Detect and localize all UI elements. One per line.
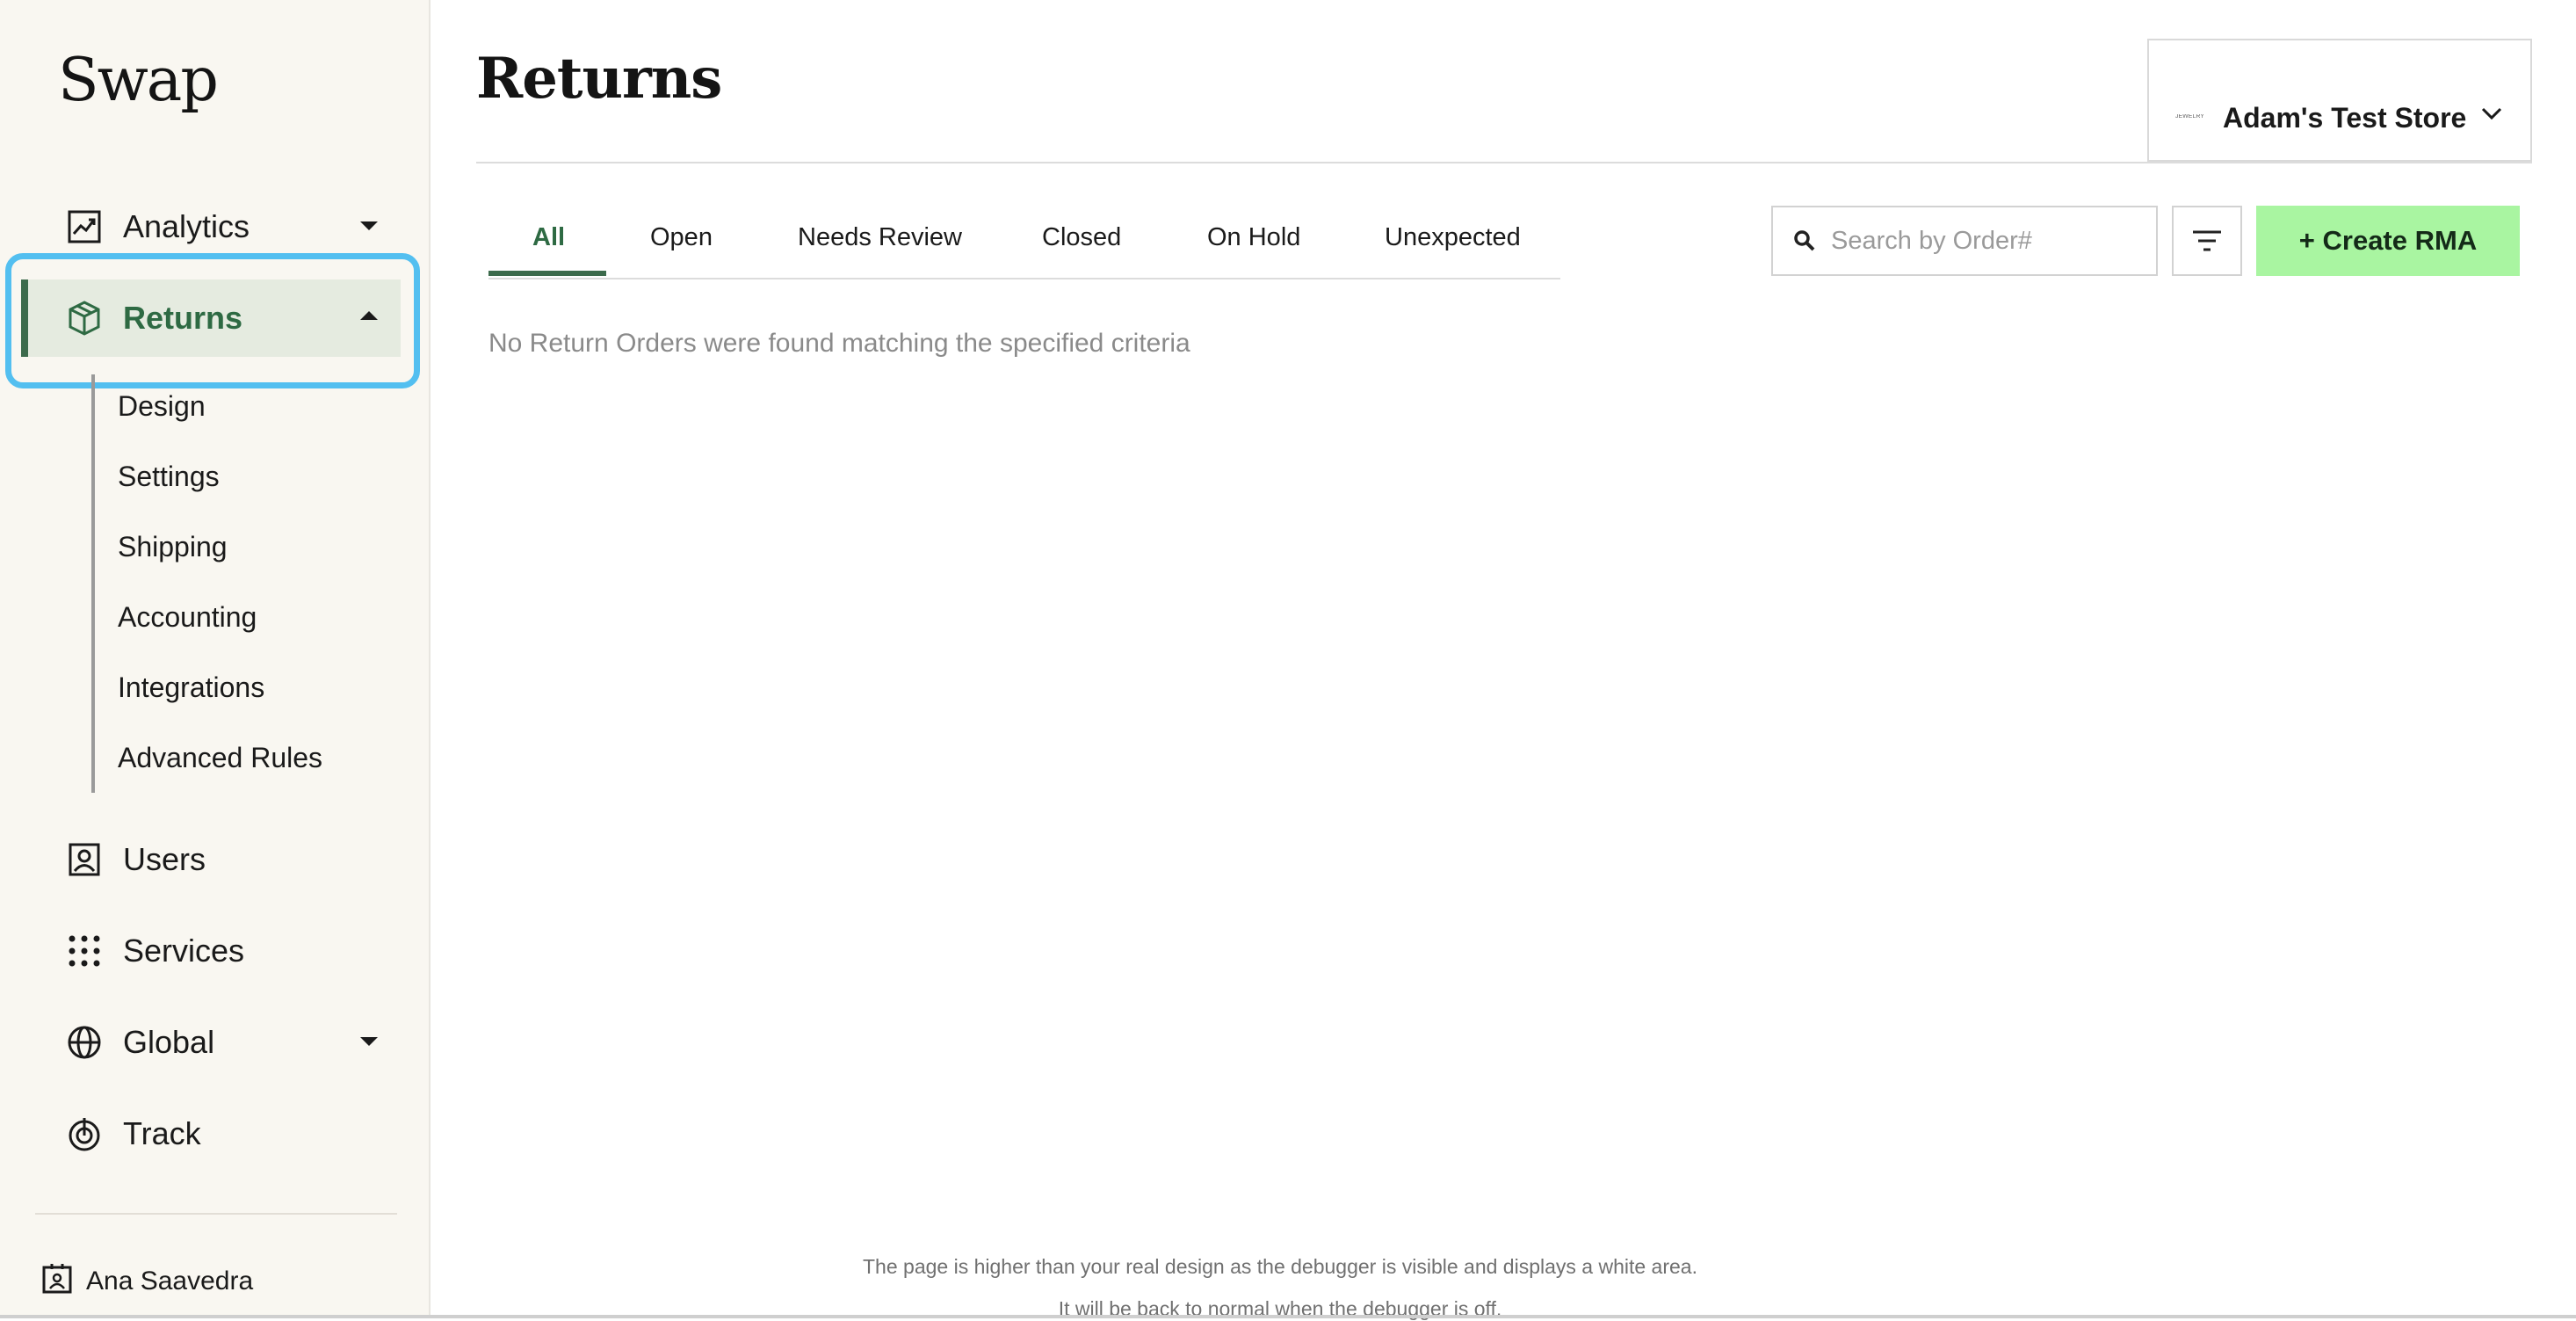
track-icon <box>65 1114 104 1153</box>
submenu-guide <box>91 374 95 793</box>
tab-unexpected[interactable]: Unexpected <box>1385 223 1521 252</box>
sidebar-divider <box>35 1213 397 1215</box>
create-rma-button[interactable]: + Create RMA <box>2256 206 2520 276</box>
users-icon <box>65 840 104 879</box>
sidebar: Swap Analytics Returns Design Settings S… <box>0 0 431 1318</box>
tab-closed[interactable]: Closed <box>1042 223 1121 252</box>
bottom-border <box>0 1315 2576 1318</box>
tab-open[interactable]: Open <box>650 223 713 252</box>
sidebar-item-global[interactable]: Global <box>21 1004 401 1081</box>
sidebar-item-label: Analytics <box>123 208 250 244</box>
sidebar-item-label: Users <box>123 841 206 877</box>
store-name: Adam's Test Store <box>2223 102 2467 134</box>
sidebar-subitem-settings[interactable]: Settings <box>118 461 220 493</box>
chevron-up-icon <box>360 311 378 320</box>
empty-state-message: No Return Orders were found matching the… <box>488 329 1190 358</box>
sidebar-subitem-shipping[interactable]: Shipping <box>118 531 228 563</box>
globe-icon <box>65 1023 104 1062</box>
search-input[interactable] <box>1829 225 2149 257</box>
store-selector[interactable]: JEWELRY Adam's Test Store <box>2147 39 2532 162</box>
sidebar-item-label: Services <box>123 933 245 969</box>
active-tab-indicator <box>488 271 606 276</box>
tab-on-hold[interactable]: On Hold <box>1207 223 1300 252</box>
chevron-down-icon <box>2479 105 2504 126</box>
sidebar-item-label: Returns <box>123 300 243 336</box>
chevron-down-icon <box>360 221 378 230</box>
sidebar-subitem-accounting[interactable]: Accounting <box>118 601 257 634</box>
search-box[interactable] <box>1771 206 2158 276</box>
sidebar-item-label: Global <box>123 1024 215 1060</box>
header-divider <box>476 162 2532 163</box>
swap-logo[interactable]: Swap <box>58 46 219 115</box>
filter-icon <box>2193 230 2221 251</box>
sidebar-subitem-design[interactable]: Design <box>118 390 206 423</box>
user-name: Ana Saavedra <box>86 1266 254 1296</box>
status-tabs: All Open Needs Review Closed On Hold Une… <box>488 202 1560 279</box>
analytics-icon <box>65 207 104 246</box>
debugger-note-line1: The page is higher than your real design… <box>863 1255 1697 1278</box>
sidebar-subitem-advanced-rules[interactable]: Advanced Rules <box>118 742 322 774</box>
grid-icon <box>65 932 104 970</box>
page-title: Returns <box>476 46 722 112</box>
sidebar-item-services[interactable]: Services <box>21 912 401 990</box>
filter-button[interactable] <box>2172 206 2242 276</box>
sidebar-item-track[interactable]: Track <box>21 1095 401 1172</box>
chevron-down-icon <box>360 1037 378 1046</box>
sidebar-subitem-integrations[interactable]: Integrations <box>118 671 264 704</box>
search-icon <box>1792 229 1817 253</box>
sidebar-item-users[interactable]: Users <box>21 821 401 898</box>
user-profile[interactable]: Ana Saavedra <box>40 1262 253 1300</box>
store-logo: JEWELRY <box>2175 114 2204 120</box>
sidebar-item-returns[interactable]: Returns <box>21 279 401 357</box>
sidebar-item-label: Track <box>123 1115 201 1151</box>
tab-all[interactable]: All <box>532 223 565 252</box>
tab-needs-review[interactable]: Needs Review <box>798 223 962 252</box>
package-icon <box>65 299 104 338</box>
user-badge-icon <box>40 1262 74 1300</box>
sidebar-item-analytics[interactable]: Analytics <box>21 188 401 265</box>
